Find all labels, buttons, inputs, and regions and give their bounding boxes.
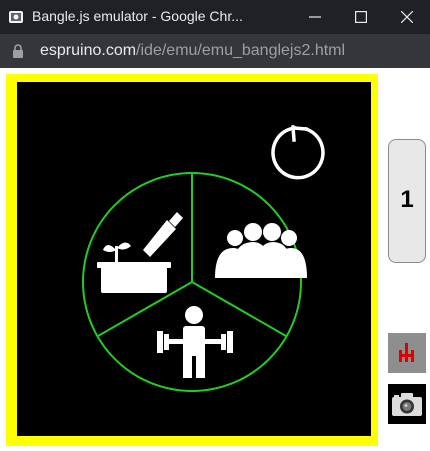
url-path: /ide/emu/emu_banglejs2.html	[136, 42, 346, 59]
close-icon	[401, 11, 413, 23]
browser-titlebar: Bangle.js emulator - Google Chr...	[0, 0, 430, 34]
gardening-icon[interactable]	[97, 212, 183, 293]
watch-display	[82, 125, 325, 392]
reload-icon[interactable]	[271, 125, 325, 180]
screenshot-button[interactable]	[388, 384, 426, 424]
address-bar[interactable]: espruino.com/ide/emu/emu_banglejs2.html	[0, 34, 430, 68]
minimize-icon	[309, 16, 321, 18]
watch-screen[interactable]	[17, 82, 371, 436]
side-button[interactable]: 1	[388, 139, 426, 263]
url-host: espruino.com	[40, 42, 137, 59]
app-icon	[9, 11, 23, 23]
side-button-label: 1	[400, 186, 414, 213]
close-button[interactable]	[384, 0, 430, 34]
accelerometer-button[interactable]	[388, 333, 426, 373]
minimize-button[interactable]	[292, 0, 338, 34]
group-icon[interactable]	[215, 223, 307, 278]
accelerometer-icon	[399, 343, 414, 362]
window-title: Bangle.js emulator - Google Chr...	[32, 8, 243, 24]
lock-icon	[13, 44, 23, 58]
camera-icon	[392, 393, 422, 416]
url-text[interactable]: espruino.com/ide/emu/emu_banglejs2.html	[40, 42, 345, 60]
maximize-icon	[355, 11, 367, 23]
weightlifting-icon[interactable]	[157, 306, 233, 378]
maximize-button[interactable]	[338, 0, 384, 34]
